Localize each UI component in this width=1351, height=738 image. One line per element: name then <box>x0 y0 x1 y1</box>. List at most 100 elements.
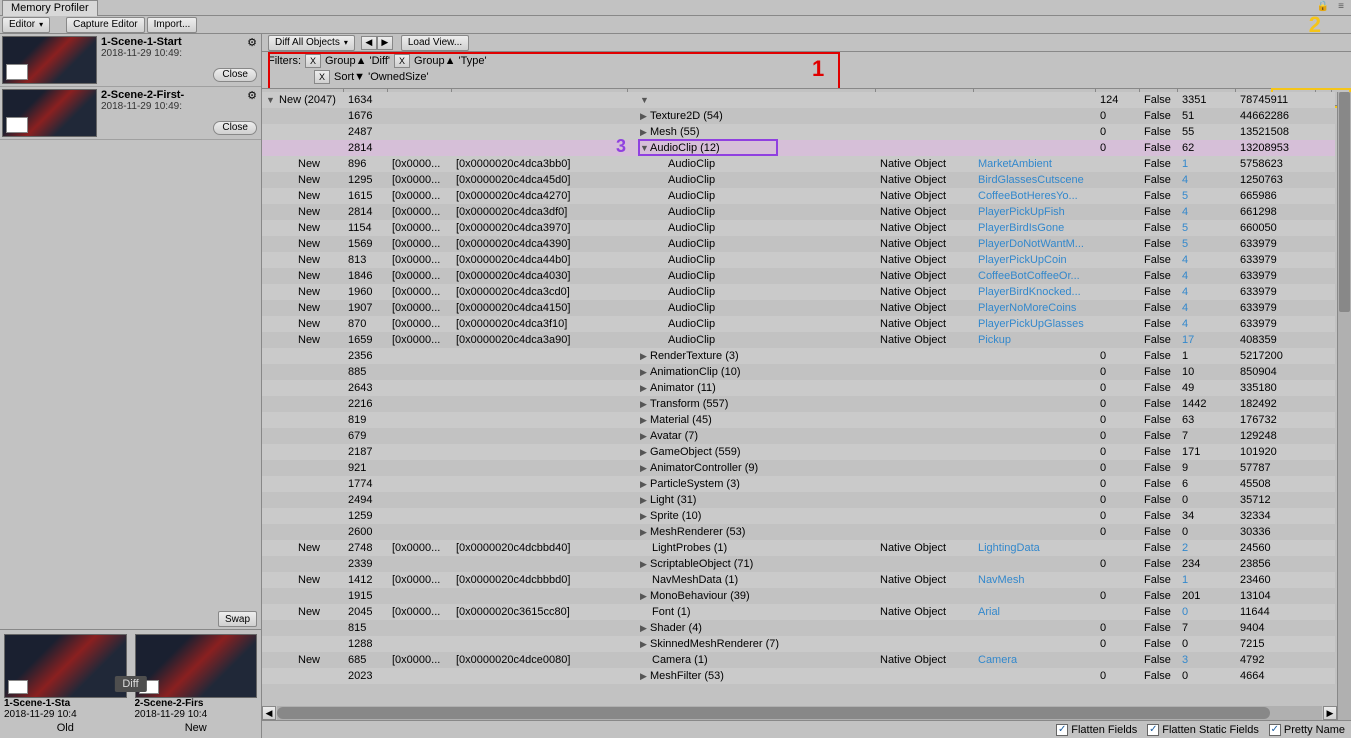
native-obj-link[interactable]: PlayerDoNotWantM... <box>974 238 1096 250</box>
lock-icon[interactable]: 🔒 <box>1315 0 1331 12</box>
table-row[interactable]: 2356▶ RenderTexture (3)0False15217200 <box>262 348 1335 364</box>
table-row[interactable]: 2814▼ AudioClip (12)0False6213208953 <box>262 140 1335 156</box>
remove-filter-button[interactable]: X <box>314 70 330 84</box>
table-row[interactable]: New2814[0x0000...[0x0000020c4dca3df0]Aud… <box>262 204 1335 220</box>
expand-icon[interactable]: ▼ <box>266 95 276 105</box>
filter-group-type[interactable]: Group▲ 'Type' <box>414 55 487 67</box>
expand-icon[interactable]: ▶ <box>640 399 650 410</box>
flatten-fields-checkbox[interactable]: ✓Flatten Fields <box>1056 724 1137 736</box>
expand-icon[interactable]: ▶ <box>640 351 650 362</box>
table-row[interactable]: 2023▶ MeshFilter (53)0False04664 <box>262 668 1335 684</box>
expand-icon[interactable]: ▶ <box>640 447 650 458</box>
remove-filter-button[interactable]: X <box>394 54 410 68</box>
table-row[interactable]: 1259▶ Sprite (10)0False3432334 <box>262 508 1335 524</box>
expand-icon[interactable]: ▶ <box>640 383 650 394</box>
native-obj-link[interactable]: Camera <box>974 654 1096 666</box>
table-row[interactable]: New896[0x0000...[0x0000020c4dca3bb0]Audi… <box>262 156 1335 172</box>
expand-icon[interactable]: ▶ <box>640 511 650 522</box>
native-obj-link[interactable]: CoffeeBotCoffeeOr... <box>974 270 1096 282</box>
filter-group-diff[interactable]: Group▲ 'Diff' <box>325 55 390 67</box>
nav-prev-icon[interactable]: ◀ <box>361 36 377 50</box>
snapshot-item[interactable]: 2-Scene-2-First- 2018-11-29 10:49: ⚙ Clo… <box>0 87 261 140</box>
diff-badge[interactable]: Diff <box>114 676 146 692</box>
expand-icon[interactable]: ▼ <box>640 95 650 105</box>
scroll-right-icon[interactable]: ▶ <box>1323 706 1337 720</box>
expand-icon[interactable]: ▶ <box>640 591 650 602</box>
native-obj-link[interactable]: PlayerBirdIsGone <box>974 222 1096 234</box>
import-button[interactable]: Import... <box>147 17 198 33</box>
native-obj-link[interactable]: PlayerPickUpGlasses <box>974 318 1096 330</box>
table-row[interactable]: 1915▶ MonoBehaviour (39)0False20113104 <box>262 588 1335 604</box>
table-row[interactable]: 2494▶ Light (31)0False035712 <box>262 492 1335 508</box>
expand-icon[interactable]: ▶ <box>640 111 650 122</box>
table-row[interactable]: New1960[0x0000...[0x0000020c4dca3cd0]Aud… <box>262 284 1335 300</box>
expand-icon[interactable]: ▶ <box>640 463 650 474</box>
table-row[interactable]: 1676▶ Texture2D (54)0False5144662286 <box>262 108 1335 124</box>
capture-editor-button[interactable]: Capture Editor <box>66 17 144 33</box>
snapshot-item[interactable]: 1-Scene-1-Start 2018-11-29 10:49: ⚙ Clos… <box>0 34 261 87</box>
native-obj-link[interactable]: CoffeeBotHeresYo... <box>974 190 1096 202</box>
expand-icon[interactable]: ▶ <box>640 415 650 426</box>
table-row[interactable]: New2045[0x0000...[0x0000020c3615cc80]Fon… <box>262 604 1335 620</box>
close-button[interactable]: Close <box>213 121 257 135</box>
table-row[interactable]: 921▶ AnimatorController (9)0False957787 <box>262 460 1335 476</box>
table-row[interactable]: 2339▶ ScriptableObject (71)0False2342385… <box>262 556 1335 572</box>
native-obj-link[interactable]: NavMesh <box>974 574 1096 586</box>
table-row[interactable]: 2216▶ Transform (557)0False1442182492 <box>262 396 1335 412</box>
expand-icon[interactable]: ▶ <box>640 431 650 442</box>
native-obj-link[interactable]: PlayerPickUpCoin <box>974 254 1096 266</box>
expand-icon[interactable]: ▶ <box>640 127 650 138</box>
flatten-static-checkbox[interactable]: ✓Flatten Static Fields <box>1147 724 1259 736</box>
load-view-button[interactable]: Load View... <box>401 35 469 51</box>
filter-sort-owned[interactable]: Sort▼ 'OwnedSize' <box>334 71 429 83</box>
table-row[interactable]: New685[0x0000...[0x0000020c4dce0080]Came… <box>262 652 1335 668</box>
table-row[interactable]: New1846[0x0000...[0x0000020c4dca4030]Aud… <box>262 268 1335 284</box>
native-obj-link[interactable]: Pickup <box>974 334 1096 346</box>
editor-dropdown[interactable]: Editor <box>2 17 50 33</box>
table-row[interactable]: New1907[0x0000...[0x0000020c4dca4150]Aud… <box>262 300 1335 316</box>
vertical-scrollbar[interactable] <box>1337 92 1351 720</box>
close-button[interactable]: Close <box>213 68 257 82</box>
native-obj-link[interactable]: MarketAmbient <box>974 158 1096 170</box>
swap-button[interactable]: Swap <box>218 611 257 627</box>
expand-icon[interactable]: ▼ <box>640 143 650 153</box>
expand-icon[interactable]: ▶ <box>640 623 650 634</box>
table-row[interactable]: New2748[0x0000...[0x0000020c4dcbbd40]Lig… <box>262 540 1335 556</box>
table-row[interactable]: 2600▶ MeshRenderer (53)0False030336 <box>262 524 1335 540</box>
expand-icon[interactable]: ▶ <box>640 479 650 490</box>
native-obj-link[interactable]: Arial <box>974 606 1096 618</box>
nav-next-icon[interactable]: ▶ <box>377 36 393 50</box>
table-row[interactable]: ▼ New (2047)1634▼ 124False335178745911 <box>262 92 1335 108</box>
native-obj-link[interactable]: BirdGlassesCutscene <box>974 174 1096 186</box>
expand-icon[interactable]: ▶ <box>640 367 650 378</box>
pretty-name-checkbox[interactable]: ✓Pretty Name <box>1269 724 1345 736</box>
expand-icon[interactable]: ▶ <box>640 639 650 650</box>
table-row[interactable]: 885▶ AnimationClip (10)0False10850904 <box>262 364 1335 380</box>
compare-thumb-old[interactable] <box>4 634 127 698</box>
native-obj-link[interactable]: PlayerPickUpFish <box>974 206 1096 218</box>
gear-icon[interactable]: ⚙ <box>247 36 257 49</box>
window-tab[interactable]: Memory Profiler <box>2 0 98 16</box>
horizontal-scrollbar[interactable] <box>277 706 1322 720</box>
menu-icon[interactable]: ≡ <box>1333 0 1349 12</box>
table-row[interactable]: New1154[0x0000...[0x0000020c4dca3970]Aud… <box>262 220 1335 236</box>
native-obj-link[interactable]: PlayerBirdKnocked... <box>974 286 1096 298</box>
table-row[interactable]: 2643▶ Animator (11)0False49335180 <box>262 380 1335 396</box>
gear-icon[interactable]: ⚙ <box>247 89 257 102</box>
table-row[interactable]: New1615[0x0000...[0x0000020c4dca4270]Aud… <box>262 188 1335 204</box>
table-row[interactable]: 2187▶ GameObject (559)0False171101920 <box>262 444 1335 460</box>
expand-icon[interactable]: ▶ <box>640 495 650 506</box>
expand-icon[interactable]: ▶ <box>640 671 650 682</box>
scroll-left-icon[interactable]: ◀ <box>262 706 276 720</box>
native-obj-link[interactable]: LightingData <box>974 542 1096 554</box>
table-row[interactable]: New813[0x0000...[0x0000020c4dca44b0]Audi… <box>262 252 1335 268</box>
table-row[interactable]: New1659[0x0000...[0x0000020c4dca3a90]Aud… <box>262 332 1335 348</box>
diff-all-dropdown[interactable]: Diff All Objects <box>268 35 355 51</box>
compare-thumb-new[interactable] <box>135 634 258 698</box>
table-row[interactable]: 679▶ Avatar (7)0False7129248 <box>262 428 1335 444</box>
table-row[interactable]: 2487▶ Mesh (55)0False5513521508 <box>262 124 1335 140</box>
table-row[interactable]: New1412[0x0000...[0x0000020c4dcbbbd0]Nav… <box>262 572 1335 588</box>
table-row[interactable]: New1295[0x0000...[0x0000020c4dca45d0]Aud… <box>262 172 1335 188</box>
expand-icon[interactable]: ▶ <box>640 559 650 570</box>
table-row[interactable]: 1774▶ ParticleSystem (3)0False645508 <box>262 476 1335 492</box>
